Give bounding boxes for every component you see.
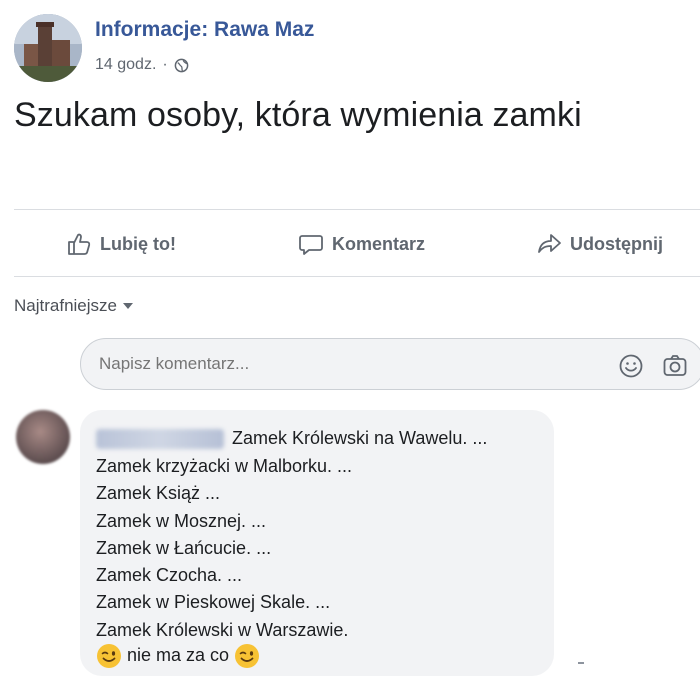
comment-line: Zamek w Mosznej. ... (96, 511, 267, 531)
divider (578, 662, 584, 664)
comment-line: Zamek krzyżacki w Malborku. ... (96, 456, 353, 476)
comment-input[interactable] (99, 354, 579, 374)
wink-emoji-icon (235, 644, 260, 668)
comment-sort-dropdown[interactable]: Najtrafniejsze (14, 296, 133, 316)
comment-line: Zamek Książ ... (96, 483, 221, 503)
sort-label: Najtrafniejsze (14, 296, 117, 315)
wink-emoji-icon (97, 644, 121, 668)
like-label: Lubię to! (100, 233, 176, 254)
page-avatar[interactable] (14, 14, 82, 82)
commenter-avatar[interactable] (16, 410, 70, 464)
commenter-name[interactable] (96, 429, 224, 450)
page-name-link[interactable]: Informacje: Rawa Maz (95, 18, 314, 42)
meta-separator: · (162, 56, 168, 73)
speech-bubble-icon (299, 235, 323, 255)
caret-down-icon (123, 303, 133, 309)
divider (14, 209, 700, 210)
comment-line: nie ma za co (96, 643, 260, 669)
comment-line: Zamek Królewski w Warszawie. (96, 620, 349, 640)
comment-label: Komentarz (332, 233, 426, 254)
castle-photo-icon (14, 14, 82, 82)
share-label: Udostępnij (570, 233, 663, 254)
comment-line: Zamek Czocha. ... (96, 565, 243, 585)
post-meta: 14 godz. · (95, 56, 189, 74)
thumbs-up-icon (68, 233, 91, 255)
comment-button[interactable]: Komentarz (298, 228, 425, 260)
comment-line: Zamek w Łańcucie. ... (96, 538, 272, 558)
divider (14, 276, 700, 277)
camera-icon[interactable] (661, 352, 689, 380)
comment-closing-text: nie ma za co (127, 644, 230, 665)
comment-composer[interactable] (80, 338, 700, 390)
globe-icon (174, 58, 189, 72)
share-arrow-icon (538, 234, 561, 253)
comment-line: Zamek w Pieskowej Skale. ... (96, 592, 331, 612)
post-text: Szukam osoby, która wymienia zamki (14, 96, 582, 134)
comment-line: Zamek Królewski na Wawelu. ... (96, 428, 487, 450)
like-button[interactable]: Lubię to! (66, 228, 176, 260)
share-button[interactable]: Udostępnij (536, 228, 663, 260)
post-timestamp[interactable]: 14 godz. (95, 56, 156, 74)
emoji-icon[interactable] (617, 352, 645, 380)
